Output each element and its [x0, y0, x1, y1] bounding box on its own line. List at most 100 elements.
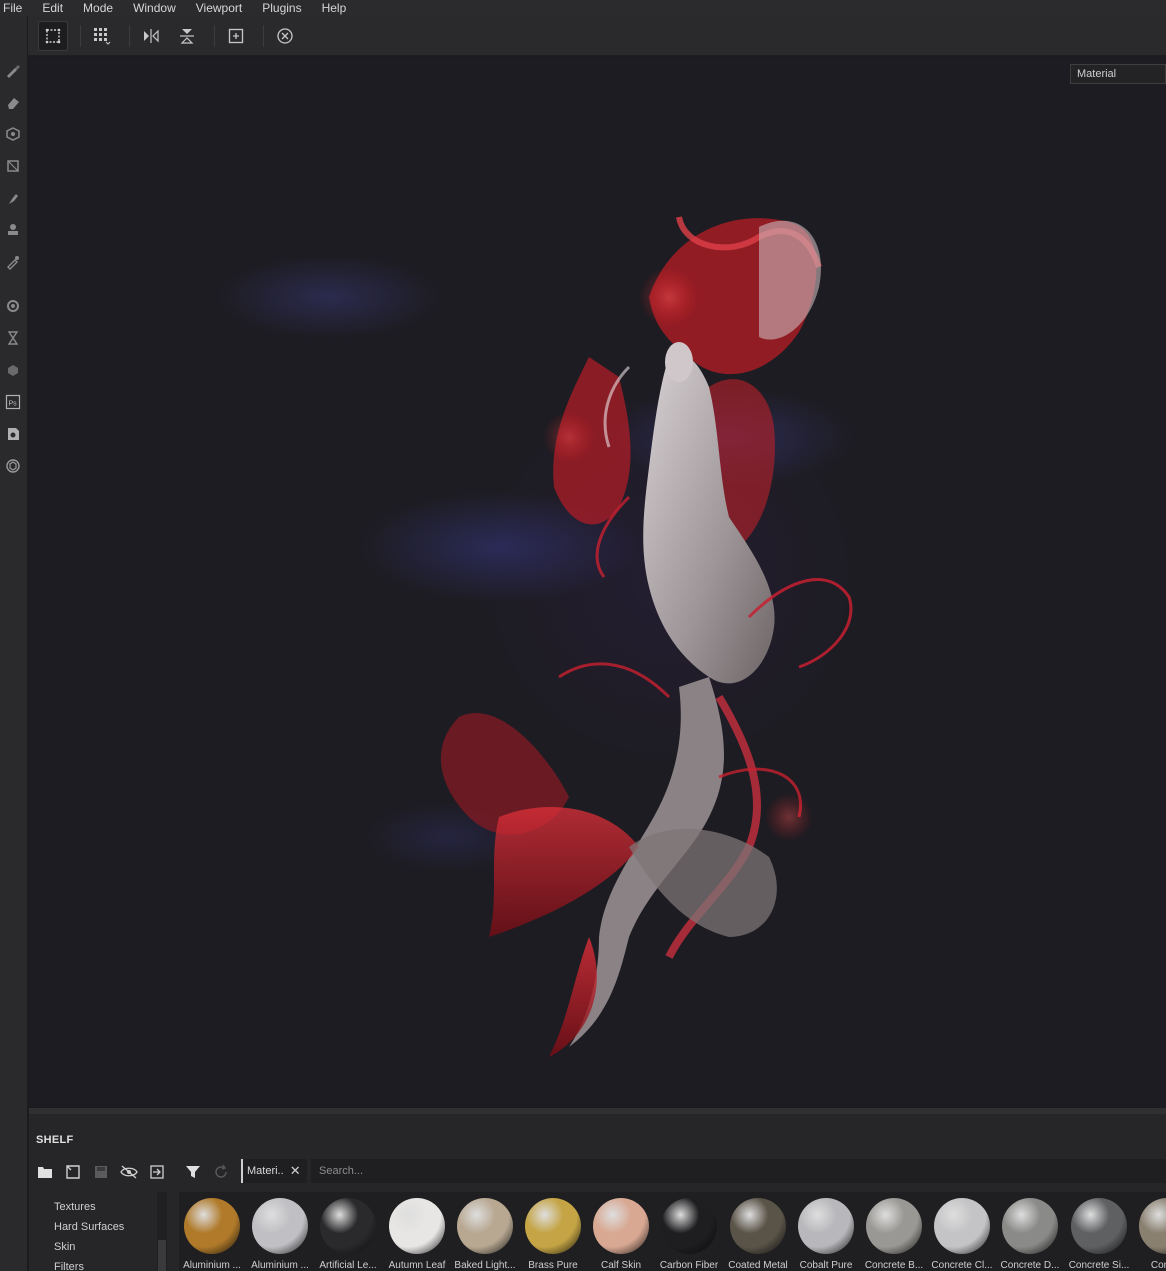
hide-icon[interactable]	[117, 1160, 141, 1184]
eraser-icon[interactable]	[3, 92, 23, 112]
brush-icon[interactable]	[3, 60, 23, 80]
material-label: Concre	[1150, 1260, 1166, 1271]
shelf-panel: SHELF Materi.. ✕ Textures Hard Surf	[29, 1108, 1166, 1271]
toolbar-separator	[129, 24, 130, 47]
geometry-icon[interactable]	[3, 156, 23, 176]
box-select-icon[interactable]	[38, 20, 68, 51]
material-preview-sphere	[457, 1198, 513, 1254]
import-icon[interactable]	[145, 1160, 169, 1184]
material-item[interactable]: Concrete D...	[996, 1198, 1064, 1271]
material-item[interactable]: Coated Metal	[724, 1198, 792, 1271]
folder-icon[interactable]	[33, 1160, 57, 1184]
model-render	[440, 216, 853, 1057]
toolbar-separator	[80, 24, 81, 47]
shelf-toolbar: Materi.. ✕	[29, 1158, 1166, 1186]
mirror-x-icon[interactable]	[136, 21, 166, 51]
menu-file[interactable]: File	[0, 1, 32, 15]
menu-viewport[interactable]: Viewport	[186, 1, 252, 15]
mode-select[interactable]: Material	[1070, 64, 1166, 84]
material-label: Concrete B...	[864, 1260, 924, 1271]
photoshop-icon[interactable]: Ps	[3, 392, 23, 412]
material-label: Concrete D...	[1000, 1260, 1060, 1271]
material-item[interactable]: Concrete Cl...	[928, 1198, 996, 1271]
toolbar-separator	[263, 24, 264, 47]
material-label: Carbon Fiber	[659, 1260, 719, 1271]
material-preview-sphere	[1139, 1198, 1166, 1254]
menu-plugins[interactable]: Plugins	[252, 1, 311, 15]
material-item[interactable]: Concre	[1133, 1198, 1166, 1271]
material-label: Aluminium ...	[183, 1260, 241, 1271]
material-preview-sphere	[1002, 1198, 1058, 1254]
smudge-icon[interactable]	[3, 188, 23, 208]
search-input[interactable]	[311, 1159, 1166, 1183]
material-label: Concrete Cl...	[931, 1260, 993, 1271]
filter-chip[interactable]: Materi.. ✕	[241, 1159, 307, 1183]
material-item[interactable]: Carbon Fiber	[655, 1198, 723, 1271]
toolbar	[28, 16, 1166, 56]
material-label: Calf Skin	[600, 1260, 641, 1271]
viewport[interactable]: Material	[29, 57, 1166, 1107]
material-item[interactable]: Aluminium ...	[246, 1198, 314, 1271]
material-label: Brass Pure	[528, 1260, 578, 1271]
material-preview-sphere	[1071, 1198, 1127, 1254]
category-hard-surfaces[interactable]: Hard Surfaces	[54, 1221, 124, 1233]
substance-icon[interactable]	[3, 456, 23, 476]
material-item[interactable]: Brass Pure	[519, 1198, 587, 1271]
shelf-title: SHELF	[36, 1134, 74, 1146]
material-grid: Aluminium ... Aluminium ... Artificial Le.…	[179, 1192, 1166, 1271]
cube-icon[interactable]	[3, 360, 23, 380]
refresh-icon[interactable]	[209, 1160, 233, 1184]
material-preview-sphere	[320, 1198, 376, 1254]
menu-mode[interactable]: Mode	[73, 1, 123, 15]
color-picker-icon[interactable]	[3, 252, 23, 272]
category-skin[interactable]: Skin	[54, 1241, 75, 1253]
material-item[interactable]: Concrete B...	[860, 1198, 928, 1271]
filter-icon[interactable]	[181, 1160, 205, 1184]
svg-text:Ps: Ps	[9, 401, 18, 408]
menu-bar: File Edit Mode Window Viewport Plugins H…	[0, 0, 1166, 16]
grid-icon[interactable]	[87, 21, 117, 51]
hourglass-icon[interactable]	[3, 328, 23, 348]
material-preview-sphere	[661, 1198, 717, 1254]
material-preview-sphere	[389, 1198, 445, 1254]
material-label: Coated Metal	[728, 1260, 788, 1271]
material-label: Artificial Le...	[319, 1260, 377, 1271]
material-item[interactable]: Artificial Le...	[314, 1198, 382, 1271]
projection-icon[interactable]	[3, 124, 23, 144]
category-textures[interactable]: Textures	[54, 1201, 96, 1213]
category-filters[interactable]: Filters	[54, 1261, 84, 1271]
material-item[interactable]: Autumn Leaf	[383, 1198, 451, 1271]
scrollbar-thumb[interactable]	[158, 1240, 166, 1271]
menu-window[interactable]: Window	[123, 1, 186, 15]
settings-icon[interactable]	[3, 296, 23, 316]
material-item[interactable]: Calf Skin	[587, 1198, 655, 1271]
category-list: Textures Hard Surfaces Skin Filters	[29, 1192, 167, 1271]
mirror-y-icon[interactable]	[172, 21, 202, 51]
material-preview-sphere	[866, 1198, 922, 1254]
clone-stamp-icon[interactable]	[3, 220, 23, 240]
category-scrollbar[interactable]	[157, 1192, 167, 1271]
reset-icon[interactable]	[270, 21, 300, 51]
menu-help[interactable]: Help	[312, 1, 357, 15]
material-label: Baked Light...	[454, 1260, 516, 1271]
material-preview-sphere	[934, 1198, 990, 1254]
new-file-icon[interactable]	[61, 1160, 85, 1184]
material-preview-sphere	[730, 1198, 786, 1254]
material-item[interactable]: Aluminium ...	[178, 1198, 246, 1271]
toolbar-separator	[214, 24, 215, 47]
tool-strip: Ps	[0, 16, 28, 1271]
material-preview-sphere	[525, 1198, 581, 1254]
material-preview-sphere	[252, 1198, 308, 1254]
frame-icon[interactable]	[221, 21, 251, 51]
material-label: Aluminium ...	[251, 1260, 309, 1271]
close-icon[interactable]: ✕	[290, 1163, 301, 1179]
material-item[interactable]: Concrete Si...	[1065, 1198, 1133, 1271]
layer-icon[interactable]	[3, 424, 23, 444]
save-icon[interactable]	[89, 1160, 113, 1184]
material-preview-sphere	[184, 1198, 240, 1254]
menu-edit[interactable]: Edit	[32, 1, 73, 15]
material-item[interactable]: Baked Light...	[451, 1198, 519, 1271]
material-item[interactable]: Cobalt Pure	[792, 1198, 860, 1271]
material-label: Autumn Leaf	[388, 1260, 446, 1271]
material-label: Cobalt Pure	[799, 1260, 853, 1271]
